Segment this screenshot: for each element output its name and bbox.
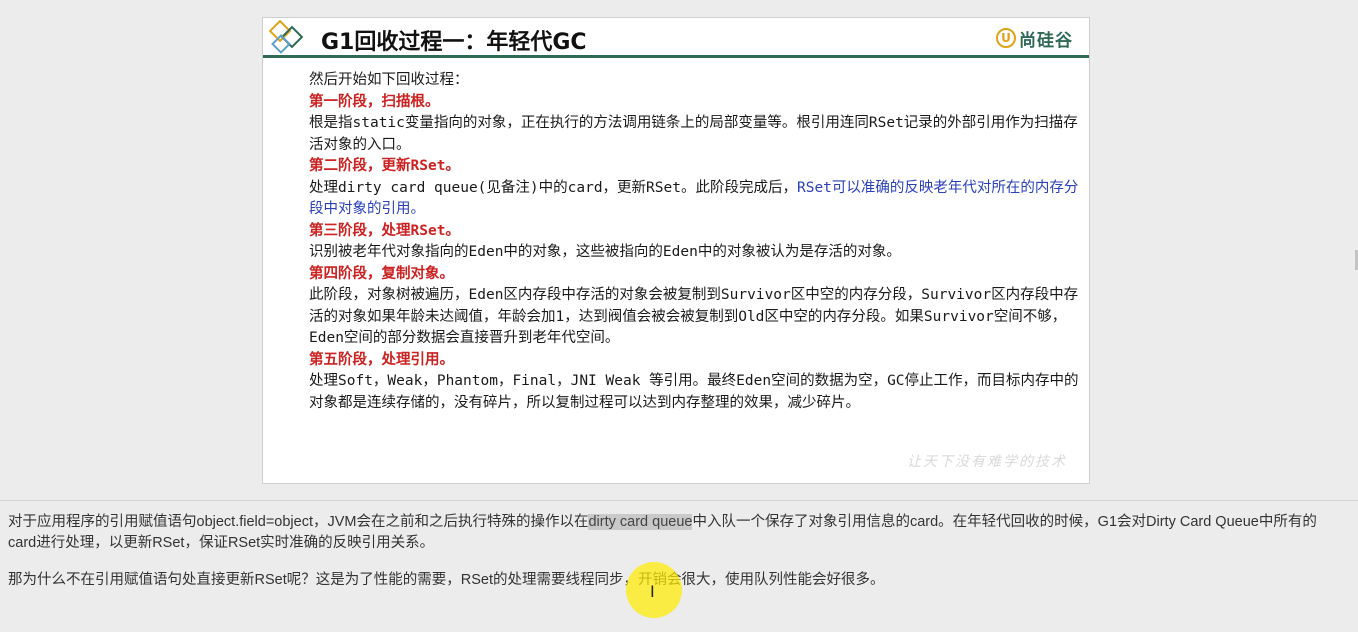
slide-title: G1回收过程一：年轻代GC	[321, 30, 587, 55]
phase-3-heading: 第三阶段，处理RSet。	[309, 222, 460, 239]
slide-body: 然后开始如下回收过程： 第一阶段，扫描根。 根是指static变量指向的对象，正…	[309, 70, 1079, 414]
phase-5-body: 处理Soft，Weak，Phantom，Final，JNI Weak 等引用。最…	[309, 373, 1079, 411]
phase-4-body: 此阶段，对象树被遍历，Eden区内存段中存活的对象会被复制到Survivor区中…	[309, 287, 1079, 346]
phase-2-body-text: 处理dirty card queue(见备注)中的card，更新RSet。此阶段…	[309, 179, 797, 196]
brand-logo: U 尚硅谷	[996, 26, 1073, 51]
phase-3-body: 识别被老年代对象指向的Eden中的对象，这些被指向的Eden中的对象被认为是存活…	[309, 244, 901, 260]
phase-1-heading: 第一阶段，扫描根。	[309, 93, 440, 110]
text-cursor-icon: I	[650, 582, 655, 601]
slide-header: G1回收过程一：年轻代GC U 尚硅谷	[263, 18, 1089, 58]
notes-selection-highlight: dirty card queue	[588, 514, 693, 530]
slide-canvas[interactable]: G1回收过程一：年轻代GC U 尚硅谷 然后开始如下回收过程： 第一阶段，扫描根…	[262, 17, 1090, 484]
phase-1-body: 根是指static变量指向的对象，正在执行的方法调用链条上的局部变量等。根引用连…	[309, 115, 1078, 153]
phase-2-heading: 第二阶段，更新RSet。	[309, 158, 460, 174]
brand-logo-icon: U	[996, 28, 1016, 48]
diamond-logo-icon	[268, 20, 304, 54]
notes-paragraph-1: 对于应用程序的引用赋值语句object.field=object，JVM会在之前…	[8, 512, 1338, 554]
slide-stage: G1回收过程一：年轻代GC U 尚硅谷 然后开始如下回收过程： 第一阶段，扫描根…	[0, 0, 1358, 500]
speaker-notes-pane[interactable]: 对于应用程序的引用赋值语句object.field=object，JVM会在之前…	[0, 500, 1358, 632]
phase-4-heading: 第四阶段，复制对象。	[309, 265, 454, 282]
phase-2-body: 处理dirty card queue(见备注)中的card，更新RSet。此阶段…	[309, 178, 1079, 221]
phase-5-heading: 第五阶段，处理引用。	[309, 351, 454, 368]
intro-text: 然后开始如下回收过程：	[309, 72, 469, 88]
slide-watermark: 让天下没有难学的技术	[907, 454, 1067, 470]
notes-p1-before: 对于应用程序的引用赋值语句object.field=object，JVM会在之前…	[8, 514, 589, 530]
header-divider	[263, 55, 1089, 58]
brand-name: 尚硅谷	[1019, 30, 1073, 51]
